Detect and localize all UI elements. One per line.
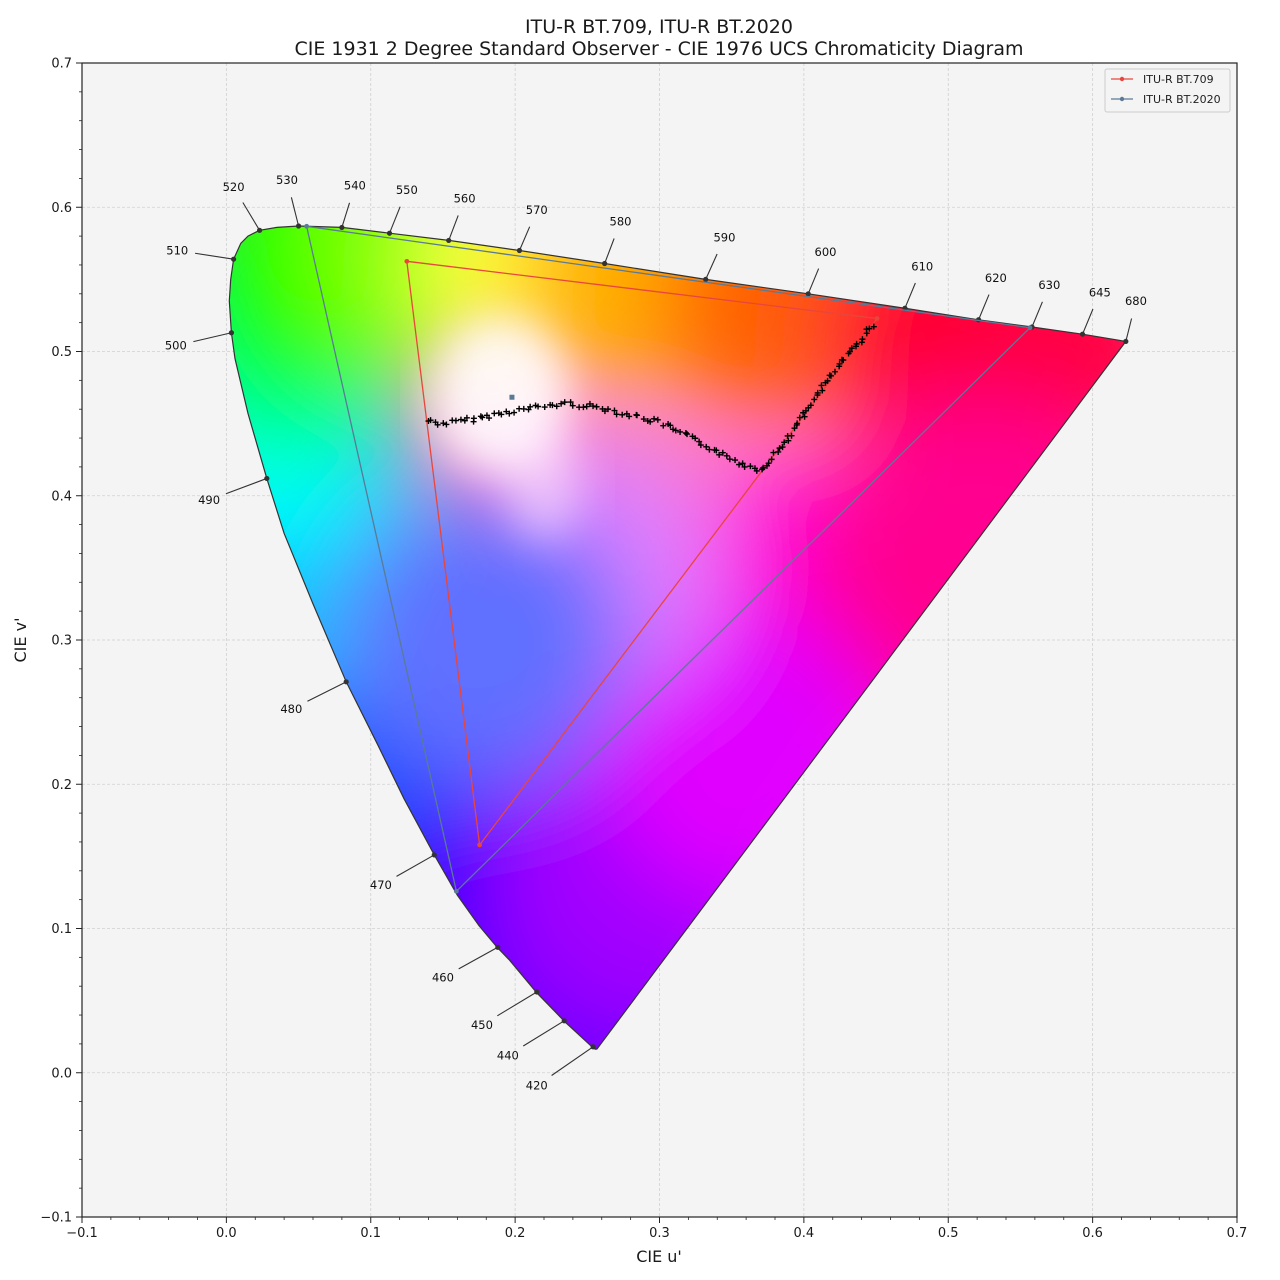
white-core-pink [504,421,584,542]
wavelength-label: 450 [471,1018,493,1032]
wavelength-point [1123,338,1129,345]
wavelength-label: 470 [370,878,392,892]
wavelength-label: 540 [344,179,366,193]
wavelength-label: 420 [526,1079,548,1093]
legend: ITU-R BT.709 ITU-R BT.2020 [1104,68,1231,113]
wavelength-point [295,223,302,229]
chart-root: 420 440 450 460 470 480 490 500 510 520 530 540 550 5… [0,0,1280,1280]
wavelength-point [228,330,235,336]
chart-subtitle: CIE 1931 2 Degree Standard Observer - CI… [294,38,1023,60]
wavelength-label: 560 [454,192,476,206]
wavelength-point [446,237,452,244]
legend-marker-bt2020 [1119,96,1125,102]
x-tick-label: 0.7 [1227,1226,1248,1241]
gamut-vertex [453,888,459,894]
wavelength-label: 570 [526,203,548,217]
gamut-vertex [477,842,483,848]
wavelength-label: 550 [396,183,418,197]
wavelength-label: 610 [911,259,933,273]
y-tick-label: 0.7 [51,57,72,72]
wavelength-label: 590 [713,231,735,245]
wavelength-point [602,260,608,267]
y-tick-label: 0.6 [51,201,72,216]
wavelength-point [343,679,349,685]
wavelength-point [1079,331,1086,337]
wavelength-point [805,291,811,297]
wavelength-label: 510 [166,244,188,258]
wavelength-label: 520 [223,180,245,194]
wavelength-point [230,256,237,262]
y-tick-label: −0.1 [40,1211,72,1226]
x-tick-label: 0.3 [649,1226,670,1241]
y-tick-label: 0.3 [51,634,72,649]
wavelength-label: 490 [198,493,220,507]
legend-label-bt2020: ITU-R BT.2020 [1143,93,1221,106]
y-tick-label: 0.1 [51,922,72,937]
gamut-vertex [1027,325,1033,331]
legend-label-bt709: ITU-R BT.709 [1143,73,1214,86]
wavelength-point [431,852,437,858]
wavelength-point [256,227,263,233]
wavelength-label: 440 [497,1048,519,1062]
wavelength-point [561,1018,567,1024]
wavelength-point [495,944,501,950]
x-axis-label: CIE u' [636,1247,682,1266]
x-tick-label: 0.4 [794,1226,815,1241]
x-tick-label: 0.0 [216,1226,237,1241]
wavelength-point [264,475,270,482]
wavelength-point [516,247,523,254]
wavelength-point [339,224,345,231]
wavelength-label: 580 [610,215,632,229]
x-tick-label: −0.1 [66,1226,98,1241]
y-tick-label: 0.5 [51,345,72,360]
y-axis-label: CIE v' [11,618,30,663]
wavelength-label: 600 [815,245,837,259]
x-tick-label: 0.5 [938,1226,959,1241]
y-tick-label: 0.2 [51,778,72,793]
wavelength-point [590,1044,596,1050]
locus-color-blob [341,495,631,785]
wavelength-point [703,276,709,282]
wavelength-label: 480 [280,702,302,716]
gamut-vertex [404,258,410,264]
wavelength-label: 460 [432,971,454,985]
wavelength-label: 620 [985,271,1007,285]
x-tick-label: 0.1 [360,1226,381,1241]
y-tick-label: 0.0 [51,1066,72,1081]
x-tick-label: 0.2 [505,1226,526,1241]
wavelength-point [534,989,540,995]
gamut-vertex [874,316,880,321]
wavelength-label: 500 [165,339,187,353]
chromaticity-chart: 420 440 450 460 470 480 490 500 510 520 530 540 550 5… [11,16,1248,1266]
wavelength-label: 645 [1089,285,1111,299]
legend-marker-bt709 [1119,76,1125,82]
x-tick-label: 0.6 [1082,1226,1103,1241]
gamut-vertex [304,223,310,229]
chart-title: ITU-R BT.709, ITU-R BT.2020 [525,16,793,38]
whitepoint-marker [509,394,515,400]
wavelength-label: 530 [276,173,298,187]
wavelength-point [386,230,393,236]
y-tick-label: 0.4 [51,489,72,504]
wavelength-label: 680 [1125,294,1147,308]
wavelength-label: 630 [1038,278,1060,292]
